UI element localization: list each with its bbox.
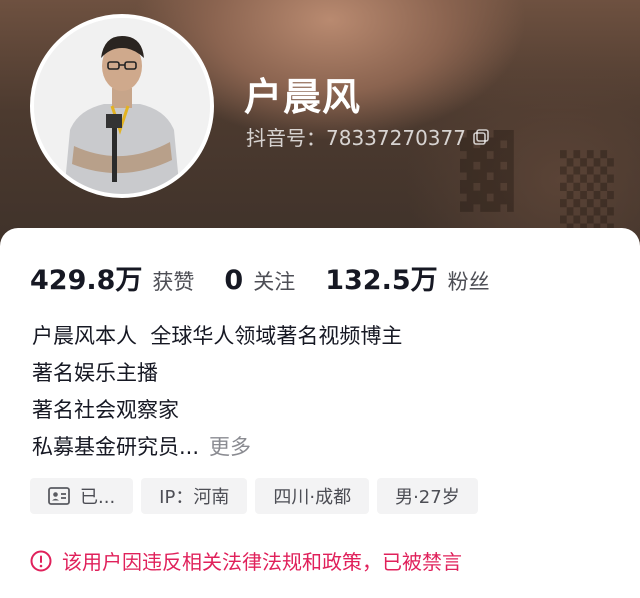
- stat-following-value: 0: [224, 265, 244, 296]
- copy-icon[interactable]: [472, 128, 490, 146]
- stat-following[interactable]: 0 关注: [224, 265, 295, 296]
- profile-name: 户晨风: [244, 75, 362, 119]
- avatar[interactable]: [30, 14, 214, 198]
- tag-gender-age-label: 男·27岁: [395, 487, 460, 508]
- bio-line: 著名娱乐主播: [32, 361, 158, 385]
- tag-gender-age: 男·27岁: [377, 478, 478, 514]
- background-decoration: ▒: [560, 150, 614, 232]
- douyin-id-label: 抖音号：78337270377: [246, 126, 466, 150]
- bio-line-text: 私募基金研究员...: [32, 435, 200, 459]
- stat-likes[interactable]: 429.8万 获赞: [30, 258, 194, 297]
- stat-following-label: 关注: [253, 270, 296, 294]
- tag-verified-label: 已...: [80, 487, 116, 508]
- stat-likes-value: 429.8万: [30, 265, 143, 296]
- bio-line: 户晨风本人 全球华人领域著名视频博主: [32, 324, 403, 348]
- bio-line: 著名社会观察家: [32, 398, 179, 422]
- stats-row: 429.8万 获赞 0 关注 132.5万 粉丝: [30, 258, 520, 297]
- stat-followers[interactable]: 132.5万 粉丝: [325, 258, 489, 297]
- douyin-id[interactable]: 抖音号：78337270377: [246, 122, 490, 151]
- tag-ip-label: IP：河南: [159, 487, 230, 508]
- stat-followers-label: 粉丝: [447, 270, 490, 294]
- tag-verified[interactable]: 已...: [30, 478, 134, 514]
- id-card-icon: [48, 487, 70, 505]
- ban-notice-text: 该用户因违反相关法律法规和政策，已被禁言: [62, 550, 462, 574]
- bio: 户晨风本人 全球华人领域著名视频博主 著名娱乐主播 著名社会观察家 私募基金研究…: [32, 318, 402, 466]
- tag-location-label: 四川·成都: [273, 487, 352, 508]
- stat-likes-label: 获赞: [152, 270, 195, 294]
- tag-ip: IP：河南: [141, 478, 248, 514]
- tag-location: 四川·成都: [255, 478, 370, 514]
- alert-circle-icon: [30, 550, 52, 571]
- tag-row: 已... IP：河南 四川·成都 男·27岁: [30, 478, 478, 514]
- ban-notice: 该用户因违反相关法律法规和政策，已被禁言: [30, 546, 462, 575]
- bio-line-last: 私募基金研究员... 更多: [32, 429, 402, 466]
- stat-followers-value: 132.5万: [325, 265, 438, 296]
- bio-more-button[interactable]: 更多: [209, 435, 251, 459]
- avatar-portrait-image: [34, 18, 210, 194]
